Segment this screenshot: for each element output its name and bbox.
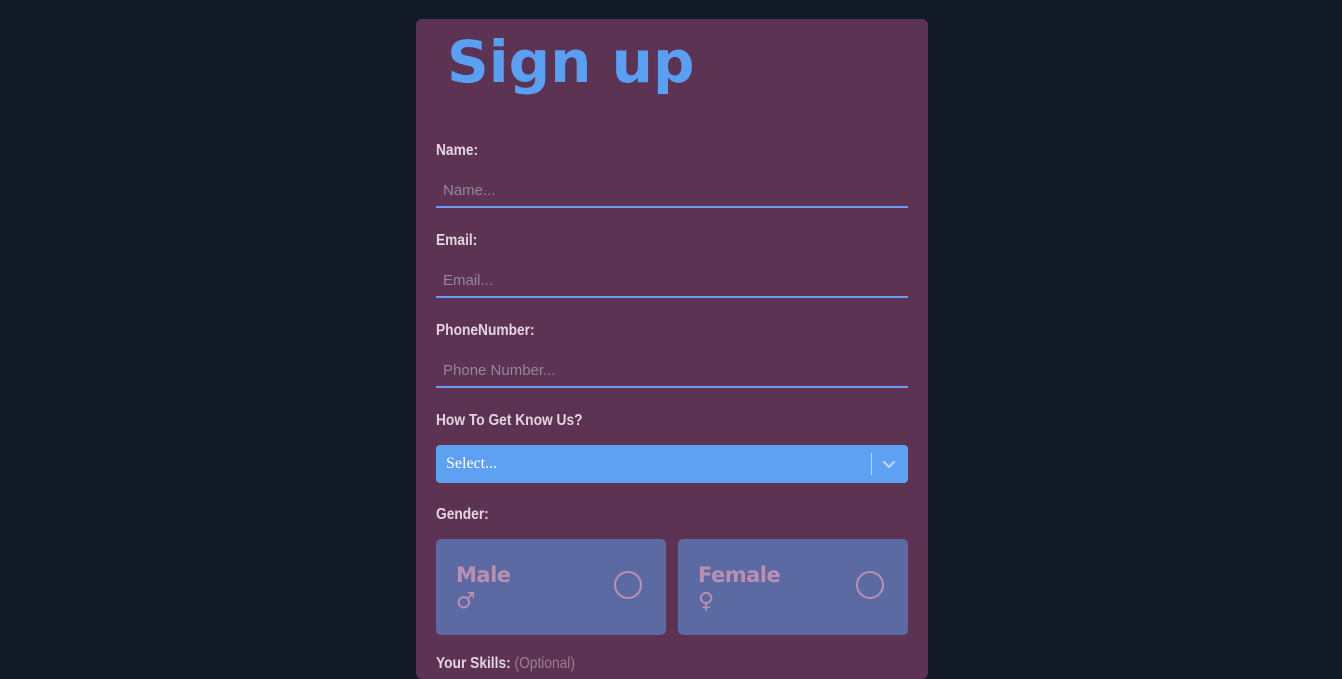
email-label: Email:	[436, 232, 478, 249]
email-input[interactable]	[436, 264, 908, 298]
chevron-down-icon[interactable]	[880, 456, 898, 472]
gender-option-label: Male	[456, 563, 511, 587]
gender-option-label: Female	[698, 563, 781, 587]
name-input[interactable]	[436, 174, 908, 208]
name-label: Name:	[436, 142, 479, 159]
signup-card: Sign up Name: Email: PhoneNumber: How To…	[416, 19, 928, 679]
select-value: Select...	[446, 455, 498, 472]
gender-label: Gender:	[436, 506, 489, 523]
gender-option-female[interactable]: Female ♀	[678, 539, 908, 635]
radio-button[interactable]	[614, 571, 642, 599]
radio-button[interactable]	[856, 571, 884, 599]
phone-label: PhoneNumber:	[436, 322, 535, 339]
source-label: How To Get Know Us?	[436, 412, 583, 429]
phone-input[interactable]	[436, 354, 908, 388]
skills-label-text: Your Skills:	[436, 655, 511, 672]
source-select[interactable]: Select...	[436, 445, 908, 483]
female-icon: ♀	[698, 589, 715, 614]
gender-option-male[interactable]: Male ♂	[436, 539, 666, 635]
select-separator	[871, 453, 872, 475]
optional-tag: (Optional)	[514, 655, 575, 672]
skills-label: Your Skills: (Optional)	[436, 655, 575, 673]
male-icon: ♂	[456, 589, 476, 614]
page-title: Sign up	[447, 28, 695, 96]
